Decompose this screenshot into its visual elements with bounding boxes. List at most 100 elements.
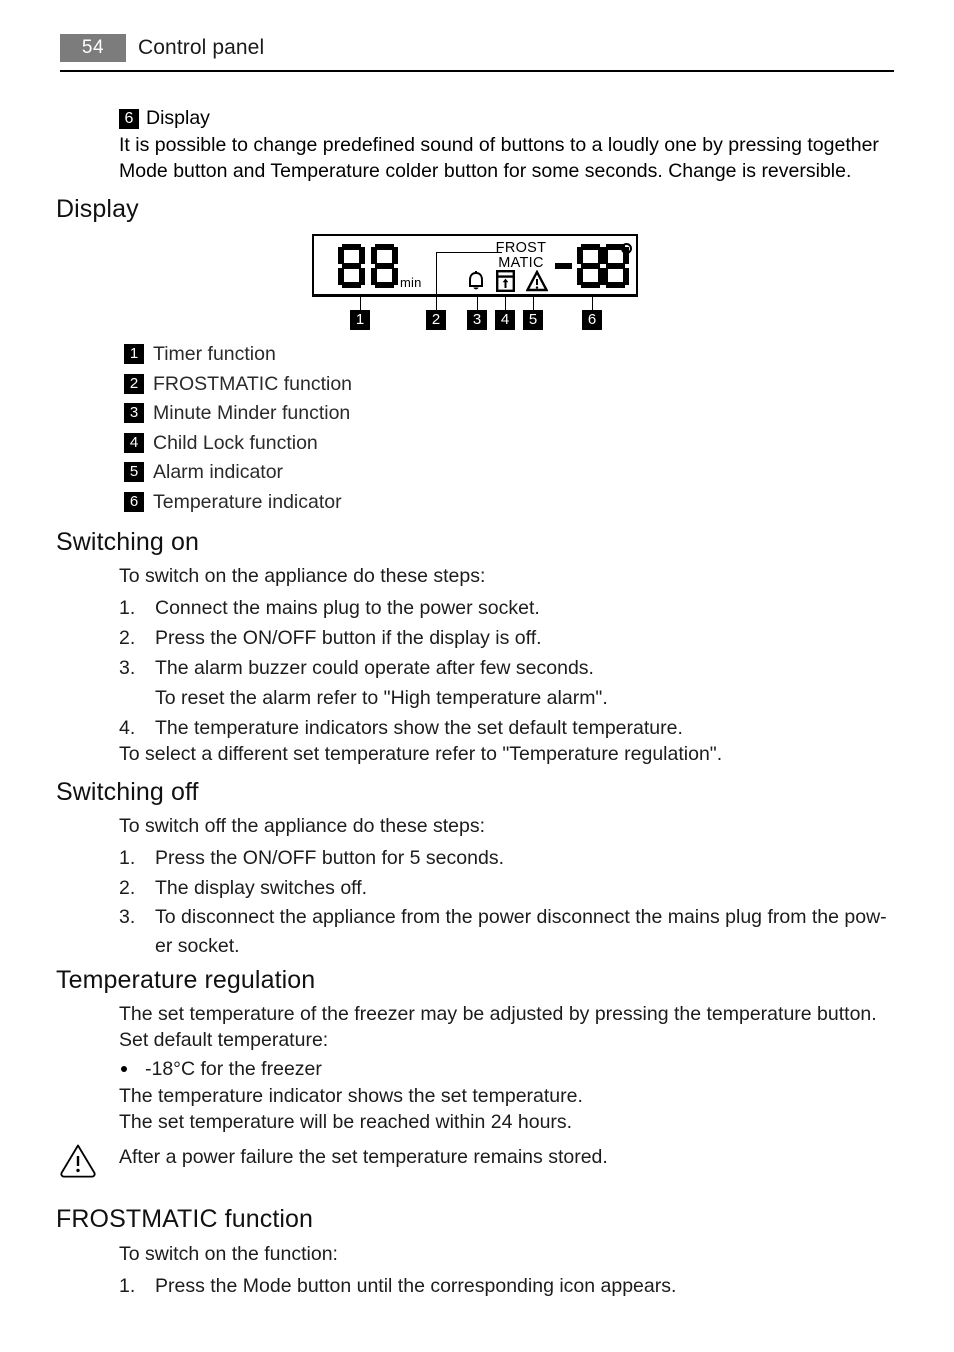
legend-label-6: Temperature indicator: [153, 490, 342, 513]
legend-item-5: 5 Alarm indicator: [124, 459, 352, 489]
alarm-triangle-icon: [525, 269, 549, 297]
callout-leader-1: [360, 296, 361, 310]
callout-leader-5: [533, 296, 534, 310]
switching-off-step-1: 1. Press the ON/OFF button for 5 seconds.: [119, 843, 891, 873]
legend-label-3: Minute Minder function: [153, 402, 351, 424]
lcd-display-figure: min FROST MATIC: [312, 234, 638, 296]
switching-on-step-3: 3. The alarm buzzer could operate after f…: [119, 653, 722, 683]
callout-leader-2-arm: [436, 252, 502, 253]
callout-number-4: 4: [495, 310, 515, 330]
legend-chip-3: 3: [124, 403, 144, 423]
legend-item-6: 6 Temperature indicator: [124, 489, 352, 519]
switching-on-step-1: 1. Connect the mains plug to the power so…: [119, 593, 722, 623]
frostmatic-label-line1: FROST: [495, 240, 547, 256]
callout-number-5: 5: [523, 310, 543, 330]
intro-paragraph: It is possible to change predefined soun…: [119, 134, 879, 182]
callout-number-6: 6: [582, 310, 602, 330]
legend-label-4: Child Lock function: [153, 431, 318, 454]
intro-chip-line: 6 Display: [119, 106, 909, 130]
temperature-line-1: The set temperature of the freezer may b…: [119, 1003, 877, 1025]
callout-leader-2: [436, 296, 437, 310]
step-number-1: 1.: [119, 597, 136, 619]
step-number-1: 1.: [119, 1275, 136, 1297]
legend-item-4: 4 Child Lock function: [124, 430, 352, 460]
switching-on-substep: To reset the alarm refer to "High temper…: [155, 687, 608, 709]
step-text-1: Press the Mode button until the correspo…: [155, 1275, 677, 1297]
callout-leader-2-riser: [436, 252, 437, 296]
callout-leader-3: [477, 296, 478, 310]
temperature-line-4: The set temperature will be reached with…: [119, 1111, 573, 1133]
temperature-line-2: Set default temperature:: [119, 1029, 329, 1051]
page-number: 54: [60, 34, 126, 62]
temperature-bullet-item: -18°C for the freezer: [119, 1055, 877, 1083]
callout-leader-4: [505, 296, 506, 310]
legend-chip-5: 5: [124, 462, 144, 482]
switching-on-intro: To switch on the appliance do these step…: [119, 565, 486, 587]
step-number-2: 2.: [119, 627, 136, 649]
callout-number-1: 1: [350, 310, 370, 330]
temperature-regulation-content: The set temperature of the freezer may b…: [119, 1001, 877, 1135]
child-lock-icon: [496, 270, 516, 297]
switching-off-step-2: 2. The display switches off.: [119, 873, 891, 903]
degree-symbol-icon: [621, 243, 632, 254]
frostmatic-intro: To switch on the function:: [119, 1243, 338, 1265]
timer-unit-label: min: [400, 275, 422, 290]
temperature-digit-tens: [577, 244, 604, 288]
bullet-dot-icon: [121, 1066, 127, 1072]
temperature-bullet-text: -18°C for the freezer: [145, 1058, 322, 1080]
temperature-minus-sign: [555, 263, 572, 269]
step-text-3: The alarm buzzer could operate after few…: [155, 657, 594, 679]
callout-number-3: 3: [467, 310, 487, 330]
warning-triangle-icon: [58, 1142, 98, 1183]
timer-digit-tens: [338, 244, 365, 288]
legend-item-3: 3 Minute Minder function: [124, 400, 352, 430]
step-text-4: The temperature indicators show the set …: [155, 717, 683, 739]
bell-icon: [466, 270, 486, 297]
frostmatic-step-1: 1. Press the Mode button until the corres…: [119, 1271, 676, 1301]
legend-label-5: Alarm indicator: [153, 461, 284, 483]
timer-digit-units: [371, 244, 398, 288]
callout-leader-6: [592, 296, 593, 310]
step-number-4: 4.: [119, 717, 136, 739]
legend-chip-4: 4: [124, 432, 144, 453]
switching-on-closing: To select a different set temperature re…: [119, 743, 723, 765]
step-number-2: 2.: [119, 877, 136, 899]
section-heading-switching-off: Switching off: [56, 778, 199, 806]
callout-number-2: 2: [426, 310, 446, 330]
display-legend-list: 1 Timer function 2 FROSTMATIC function 3 Mi…: [124, 341, 352, 518]
intro-chip-label: Display: [146, 107, 210, 129]
section-heading-temperature-regulation: Temperature regulation: [56, 966, 316, 994]
legend-chip-2: 2: [124, 373, 144, 394]
header-chapter-title: Control panel: [138, 36, 265, 59]
page-header: 54 Control panel: [60, 34, 894, 74]
legend-item-1: 1 Timer function: [124, 341, 352, 371]
switching-off-step-3: 3. To disconnect the appliance from the p…: [119, 903, 891, 961]
frostmatic-label-line2: MATIC: [498, 255, 544, 271]
lcd-outer-frame: min FROST MATIC: [312, 234, 638, 296]
legend-label-2: FROSTMATIC function: [153, 372, 353, 395]
switching-off-intro: To switch off the appliance do these ste…: [119, 815, 486, 837]
switching-on-content: To switch on the appliance do these step…: [119, 563, 722, 767]
legend-chip-6: 6: [124, 491, 144, 512]
step-number-3: 3.: [119, 657, 136, 679]
frostmatic-function-content: To switch on the function: 1. Press the M…: [119, 1241, 676, 1301]
legend-label-1: Timer function: [153, 343, 276, 365]
step-text-2: The display switches off.: [155, 877, 368, 899]
step-number-1: 1.: [119, 847, 136, 869]
temperature-line-3: The temperature indicator shows the set …: [119, 1085, 583, 1107]
legend-chip-1: 1: [124, 344, 144, 364]
intro-block: 6 Display It is possible to change predef…: [119, 106, 909, 184]
switching-on-step-4: 4. The temperature indicators show the se…: [119, 713, 722, 743]
figure-callouts: 1 2 3 4 5 6: [312, 252, 638, 330]
section-heading-display: Display: [56, 195, 139, 223]
step-text-2: Press the ON/OFF button if the display i…: [155, 627, 542, 649]
step-text-1: Connect the mains plug to the power sock…: [155, 597, 540, 619]
header-divider: [60, 70, 894, 72]
step-text-1: Press the ON/OFF button for 5 seconds.: [155, 847, 504, 869]
note-text: After a power failure the set temperatur…: [119, 1146, 608, 1168]
section-heading-switching-on: Switching on: [56, 528, 199, 556]
step-text-3: To disconnect the appliance from the pow…: [155, 906, 887, 957]
switching-on-step-2: 2. Press the ON/OFF button if the display…: [119, 623, 722, 653]
step-number-3: 3.: [119, 906, 136, 928]
switching-off-content: To switch off the appliance do these ste…: [119, 813, 891, 961]
